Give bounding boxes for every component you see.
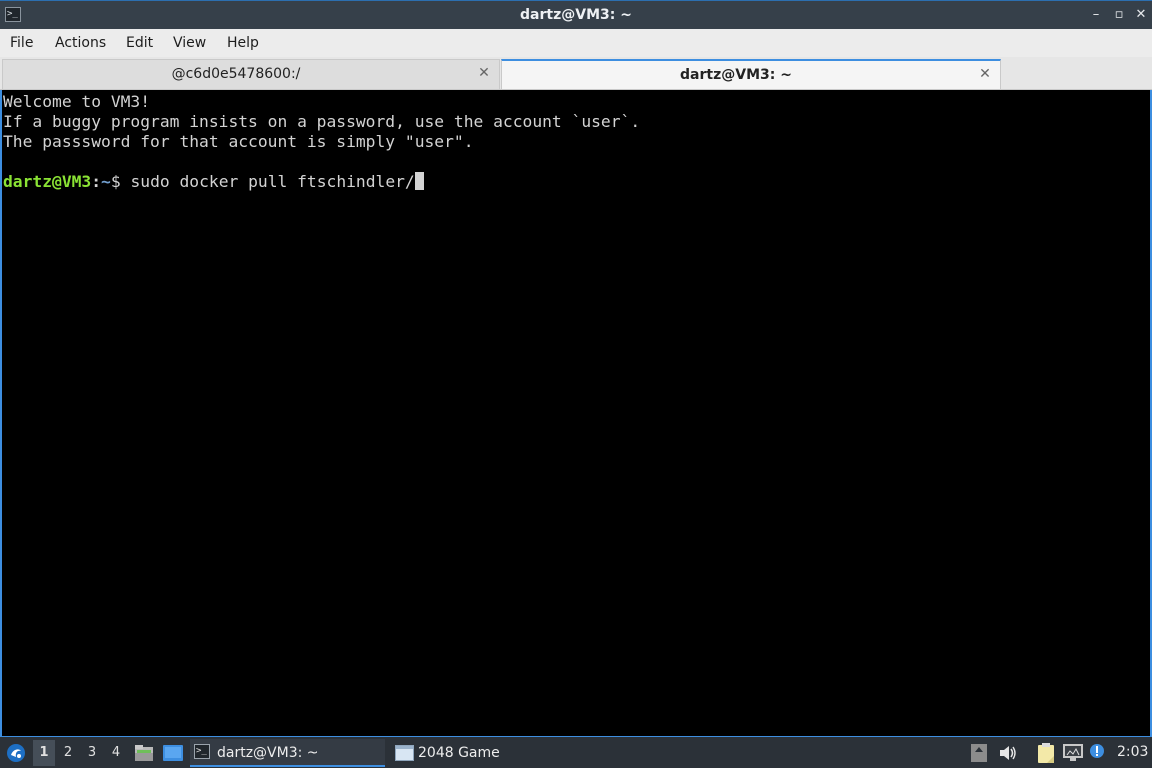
task-label: dartz@VM3: ~ <box>217 745 319 761</box>
prompt-symbol: $ <box>110 172 131 191</box>
menu-file[interactable]: File <box>10 29 33 57</box>
workspace-3[interactable]: 3 <box>81 740 103 766</box>
notification-icon[interactable] <box>1089 743 1105 763</box>
terminal-view[interactable]: Welcome to VM3! If a buggy program insis… <box>0 90 1152 736</box>
menubar: File Actions Edit View Help <box>0 29 1152 57</box>
tab-home[interactable]: dartz@VM3: ~ ✕ <box>501 59 1001 89</box>
tab-label-home[interactable]: dartz@VM3: ~ <box>502 61 970 89</box>
workspace-2[interactable]: 2 <box>57 740 79 766</box>
volume-icon[interactable] <box>998 744 1018 766</box>
close-icon[interactable]: ✕ <box>978 61 992 89</box>
workspace-4[interactable]: 4 <box>105 740 127 766</box>
task-2048-game[interactable]: 2048 Game <box>392 739 587 767</box>
scroll-icon[interactable] <box>971 744 987 762</box>
clock[interactable]: 2:03 <box>1117 737 1148 768</box>
terminal-output-line: Welcome to VM3! <box>3 92 151 111</box>
window-title: dartz@VM3: ~ <box>520 7 632 23</box>
window-icon <box>395 745 414 761</box>
network-icon[interactable] <box>1062 743 1084 767</box>
terminal-icon: >_ <box>194 744 210 759</box>
task-label: 2048 Game <box>418 745 500 761</box>
task-terminal[interactable]: >_ dartz@VM3: ~ <box>190 739 385 767</box>
text-cursor <box>414 172 424 190</box>
tab-bar: @c6d0e5478600:/ ✕ dartz@VM3: ~ ✕ <box>0 57 1152 90</box>
command-input[interactable]: sudo docker pull ftschindler/ <box>130 172 414 191</box>
menu-help[interactable]: Help <box>227 29 259 57</box>
taskbar: 1 2 3 4 >_ dartz@VM3: ~ 2048 Game 2:03 <box>0 736 1152 768</box>
close-icon[interactable]: ✕ <box>477 60 491 88</box>
workspace-1[interactable]: 1 <box>33 740 55 766</box>
menu-actions[interactable]: Actions <box>55 29 106 57</box>
start-menu-icon[interactable] <box>5 742 27 768</box>
minimize-button[interactable]: – <box>1087 6 1105 24</box>
close-button[interactable]: ✕ <box>1132 6 1150 24</box>
prompt-path: ~ <box>101 172 111 191</box>
menu-view[interactable]: View <box>173 29 206 57</box>
show-desktop-icon[interactable] <box>162 744 184 766</box>
terminal-prompt-line[interactable]: dartz@VM3:~$ sudo docker pull ftschindle… <box>2 172 1150 192</box>
window-titlebar[interactable]: >_ dartz@VM3: ~ – ▫ ✕ <box>0 0 1152 29</box>
menu-edit[interactable]: Edit <box>126 29 153 57</box>
terminal-output-line: If a buggy program insists on a password… <box>3 112 641 131</box>
restore-button[interactable]: ▫ <box>1110 6 1128 24</box>
terminal-output-line: The passsword for that account is simply… <box>3 132 474 151</box>
prompt-separator: : <box>91 172 102 191</box>
tab-label-container[interactable]: @c6d0e5478600:/ <box>3 60 469 88</box>
clipboard-icon[interactable] <box>1036 742 1056 768</box>
prompt-user-host: dartz@VM3 <box>3 172 92 191</box>
tab-container[interactable]: @c6d0e5478600:/ ✕ <box>2 59 500 89</box>
file-manager-icon[interactable] <box>134 743 154 767</box>
